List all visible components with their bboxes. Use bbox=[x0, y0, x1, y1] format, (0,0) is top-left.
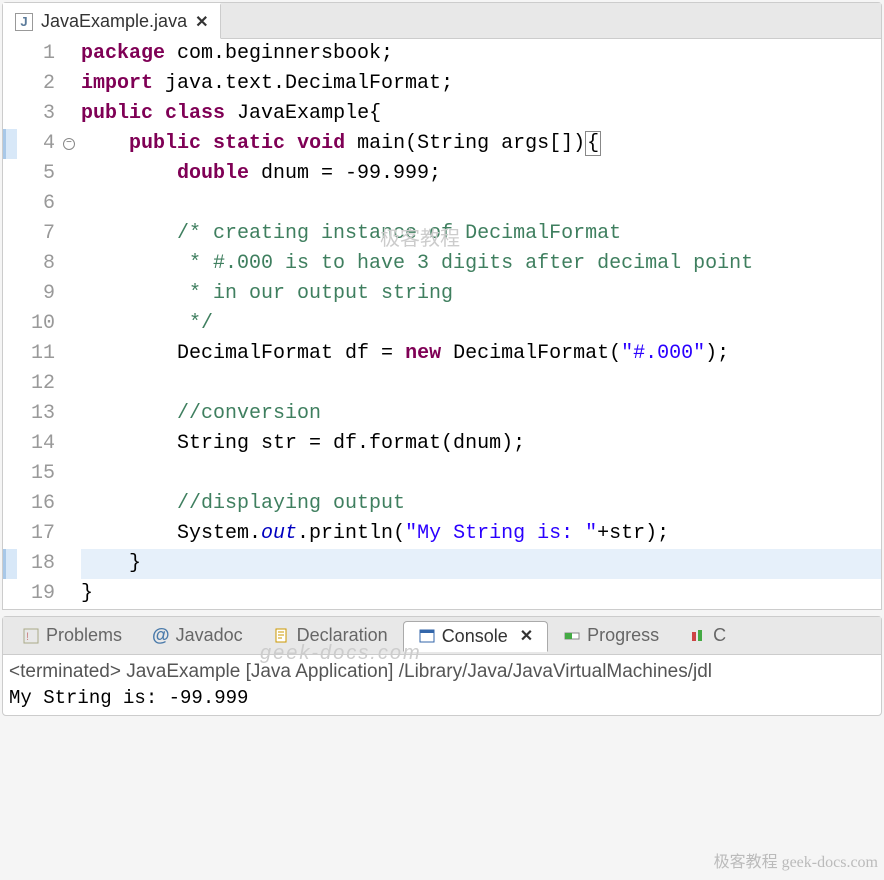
console-body[interactable]: <terminated> JavaExample [Java Applicati… bbox=[3, 655, 881, 715]
line-number: 15 bbox=[17, 459, 55, 489]
code-line[interactable]: /* creating instance of DecimalFormat bbox=[81, 219, 881, 249]
line-number: 18 bbox=[17, 549, 55, 579]
editor-pane: J JavaExample.java ✕ 1234567891011121314… bbox=[2, 2, 882, 610]
gutter-highlight bbox=[3, 99, 17, 129]
line-number: 16 bbox=[17, 489, 55, 519]
code-line[interactable]: //displaying output bbox=[81, 489, 881, 519]
tab-filename: JavaExample.java bbox=[41, 11, 187, 32]
line-number: 11 bbox=[17, 339, 55, 369]
gutter-highlight bbox=[3, 279, 17, 309]
line-number: 17 bbox=[17, 519, 55, 549]
gutter-highlight bbox=[3, 579, 17, 609]
code-editor[interactable]: 12345678910111213141516171819 − package … bbox=[3, 39, 881, 609]
code-line[interactable]: import java.text.DecimalFormat; bbox=[81, 69, 881, 99]
gutter-highlight bbox=[3, 399, 17, 429]
close-icon[interactable]: ✕ bbox=[520, 626, 533, 646]
bottom-tab-bar: ! Problems @ Javadoc Declaration Console… bbox=[3, 617, 881, 655]
coverage-icon bbox=[689, 627, 707, 645]
gutter-highlight bbox=[3, 489, 17, 519]
tab-declaration[interactable]: Declaration bbox=[258, 620, 403, 651]
javadoc-icon: @ bbox=[152, 625, 170, 646]
gutter-highlight bbox=[3, 219, 17, 249]
line-number: 6 bbox=[17, 189, 55, 219]
declaration-icon bbox=[273, 627, 291, 645]
code-line[interactable]: package com.beginnersbook; bbox=[81, 39, 881, 69]
line-number: 3 bbox=[17, 99, 55, 129]
code-line[interactable]: */ bbox=[81, 309, 881, 339]
line-number: 14 bbox=[17, 429, 55, 459]
line-number: 9 bbox=[17, 279, 55, 309]
gutter-highlight bbox=[3, 39, 17, 69]
code-line[interactable] bbox=[81, 459, 881, 489]
tab-extra[interactable]: C bbox=[674, 620, 741, 651]
gutter-highlight bbox=[3, 249, 17, 279]
line-number: 7 bbox=[17, 219, 55, 249]
line-number: 10 bbox=[17, 309, 55, 339]
gutter-highlight bbox=[3, 159, 17, 189]
gutter-highlight bbox=[3, 519, 17, 549]
problems-icon: ! bbox=[22, 627, 40, 645]
watermark: 极客教程 geek-docs.com bbox=[714, 848, 878, 872]
code-line[interactable]: * in our output string bbox=[81, 279, 881, 309]
code-line[interactable]: double dnum = -99.999; bbox=[81, 159, 881, 189]
code-line[interactable]: DecimalFormat df = new DecimalFormat("#.… bbox=[81, 339, 881, 369]
code-line[interactable] bbox=[81, 189, 881, 219]
line-number: 4 bbox=[17, 129, 55, 159]
code-line[interactable]: public class JavaExample{ bbox=[81, 99, 881, 129]
line-number: 2 bbox=[17, 69, 55, 99]
progress-icon bbox=[563, 627, 581, 645]
code-line[interactable]: } bbox=[81, 549, 881, 579]
code-line[interactable]: //conversion bbox=[81, 399, 881, 429]
console-status: <terminated> JavaExample [Java Applicati… bbox=[9, 659, 875, 685]
editor-tab[interactable]: J JavaExample.java ✕ bbox=[3, 3, 221, 39]
code-line[interactable]: * #.000 is to have 3 digits after decima… bbox=[81, 249, 881, 279]
gutter-highlight bbox=[3, 309, 17, 339]
tab-console[interactable]: Console ✕ bbox=[403, 621, 548, 652]
code-line[interactable]: System.out.println("My String is: "+str)… bbox=[81, 519, 881, 549]
gutter-highlight bbox=[3, 429, 17, 459]
gutter-highlight bbox=[3, 189, 17, 219]
editor-tab-bar: J JavaExample.java ✕ bbox=[3, 3, 881, 39]
gutter-highlight bbox=[3, 129, 17, 159]
code-line[interactable]: } bbox=[81, 579, 881, 609]
gutter-highlight bbox=[3, 69, 17, 99]
code-line[interactable] bbox=[81, 369, 881, 399]
console-output: My String is: -99.999 bbox=[9, 685, 875, 711]
gutter-highlight bbox=[3, 369, 17, 399]
svg-text:!: ! bbox=[26, 631, 29, 643]
line-number: 8 bbox=[17, 249, 55, 279]
java-file-icon: J bbox=[15, 13, 33, 31]
close-icon[interactable]: ✕ bbox=[195, 12, 208, 32]
tab-progress[interactable]: Progress bbox=[548, 620, 674, 651]
console-icon bbox=[418, 627, 436, 645]
fold-toggle-icon[interactable]: − bbox=[63, 138, 75, 150]
gutter-highlight bbox=[3, 339, 17, 369]
code-line[interactable]: String str = df.format(dnum); bbox=[81, 429, 881, 459]
bottom-panel: ! Problems @ Javadoc Declaration Console… bbox=[2, 616, 882, 716]
line-number: 1 bbox=[17, 39, 55, 69]
line-number: 5 bbox=[17, 159, 55, 189]
tab-javadoc[interactable]: @ Javadoc bbox=[137, 620, 258, 651]
gutter-highlight bbox=[3, 459, 17, 489]
line-number: 19 bbox=[17, 579, 55, 609]
line-number: 13 bbox=[17, 399, 55, 429]
line-number: 12 bbox=[17, 369, 55, 399]
code-line[interactable]: public static void main(String args[]){ bbox=[81, 129, 881, 159]
tab-problems[interactable]: ! Problems bbox=[7, 620, 137, 651]
gutter-highlight bbox=[3, 549, 17, 579]
